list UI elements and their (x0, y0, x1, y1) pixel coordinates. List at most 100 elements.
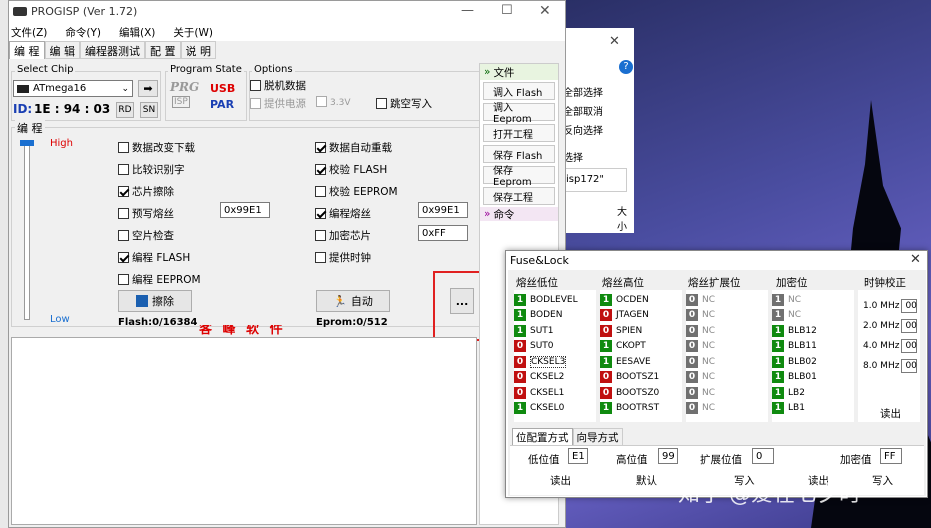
ext-value-input[interactable]: 0 (752, 448, 774, 464)
fuse-close-button[interactable]: ✕ (910, 252, 921, 267)
lock-bit-row[interactable]: 1 LB2 (772, 385, 854, 401)
bit-indicator[interactable]: 1 (772, 386, 784, 399)
lock-value-input[interactable]: FF (880, 448, 902, 464)
bit-indicator[interactable]: 0 (514, 355, 526, 368)
tab-program[interactable]: 编 程 (9, 41, 45, 59)
chip-select[interactable]: ATmega16 ⌄ (13, 80, 133, 97)
fuse-bit-row[interactable]: 0 BOOTSZ1 (600, 370, 682, 386)
bit-indicator[interactable]: 1 (514, 309, 526, 322)
open-project-button[interactable]: 打开工程 (483, 124, 555, 142)
opt-program-flash[interactable]: 编程 FLASH (118, 246, 268, 268)
opt-blank-check[interactable]: 空片检查 (118, 224, 268, 246)
save-flash-button[interactable]: 保存 Flash (483, 145, 555, 163)
opt-verify-eeprom[interactable]: 校验 EEPROM (315, 180, 465, 202)
opt-data-change-download[interactable]: 数据改变下载 (118, 136, 268, 158)
bit-indicator[interactable]: 1 (600, 355, 612, 368)
menu-edit[interactable]: 编辑(X) (119, 25, 155, 40)
fuse-bit-row[interactable]: 0 CKSEL2 (514, 370, 596, 386)
bit-indicator[interactable]: 1 (772, 324, 784, 337)
bit-indicator[interactable]: 1 (600, 402, 612, 415)
opt-auto-reload[interactable]: 数据自动重载 (315, 136, 465, 158)
close-button[interactable]: ✕ (539, 3, 551, 19)
write-lock-button[interactable]: 写入 (872, 473, 893, 488)
low-value-input[interactable]: E1 (568, 448, 588, 464)
bit-indicator[interactable]: 1 (772, 402, 784, 415)
lock-bit-row[interactable]: 1 BLB12 (772, 323, 854, 339)
erase-button[interactable]: 擦除 (118, 290, 192, 312)
default-fuse-button[interactable]: 默认 (636, 473, 657, 488)
opt-chip-erase[interactable]: 芯片擦除 (118, 180, 268, 202)
fuse-bit-row[interactable]: 0 BOOTSZ0 (600, 385, 682, 401)
fuse-bit-row[interactable]: 0 JTAGEN (600, 308, 682, 324)
lock-bit-row[interactable]: 1 LB1 (772, 401, 854, 417)
fuse-bit-row[interactable]: 0 SPIEN (600, 323, 682, 339)
lock-bit-row[interactable]: 1 BLB02 (772, 354, 854, 370)
fuse-bit-row[interactable]: 0 SUT0 (514, 339, 596, 355)
minimize-button[interactable]: — (461, 3, 474, 18)
high-value-input[interactable]: 99 (658, 448, 678, 464)
clock-value-input[interactable]: 00 (901, 319, 918, 333)
bit-indicator[interactable]: 1 (514, 293, 526, 306)
jump-write-checkbox[interactable]: 跳空写入 (376, 96, 432, 111)
voltage-checkbox[interactable]: 3.3V (316, 96, 350, 108)
fuse-bit-row[interactable]: 1 OCDEN (600, 292, 682, 308)
select-none[interactable]: 全部取消 (563, 103, 603, 118)
lock-value[interactable]: 0xFF (418, 225, 468, 241)
log-area[interactable] (11, 337, 477, 525)
opt-supply-clock[interactable]: 提供时钟 (315, 246, 465, 268)
load-flash-button[interactable]: 调入 Flash (483, 82, 555, 100)
select-all[interactable]: 全部选择 (563, 84, 603, 99)
menu-file[interactable]: 文件(Z) (11, 25, 47, 40)
help-icon[interactable]: ? (619, 60, 633, 74)
fuse-bit-row[interactable]: 1 CKSEL0 (514, 401, 596, 417)
bit-indicator[interactable]: 0 (514, 371, 526, 384)
bit-indicator[interactable]: 1 (772, 371, 784, 384)
bit-indicator[interactable]: 0 (600, 371, 612, 384)
save-project-button[interactable]: 保存工程 (483, 187, 555, 205)
offline-data-checkbox[interactable]: 脱机数据 (250, 78, 306, 93)
load-eeprom-button[interactable]: 调入 Eeprom (483, 103, 555, 125)
fuse-bit-row[interactable]: 1 SUT1 (514, 323, 596, 339)
bit-indicator[interactable]: 1 (772, 340, 784, 353)
clock-value-input[interactable]: 00 (901, 339, 918, 353)
command-section-header[interactable]: » 命令 (480, 207, 558, 221)
bit-indicator[interactable]: 0 (600, 324, 612, 337)
opt-compare-signature[interactable]: 比较识别字 (118, 158, 268, 180)
tab-programmer-test[interactable]: 编程器测试 (80, 41, 145, 59)
filename-field[interactable]: isp172" (563, 168, 627, 192)
select-invert[interactable]: 反向选择 (563, 122, 603, 137)
lock-bit-row[interactable]: 1 BLB11 (772, 339, 854, 355)
bit-indicator[interactable]: 0 (600, 386, 612, 399)
fuse-bit-row[interactable]: 0 CKSEL1 (514, 385, 596, 401)
fuse-bit-row[interactable]: 1 BODEN (514, 308, 596, 324)
file-section-header[interactable]: » 文件 (480, 64, 558, 80)
fuse-bit-row[interactable]: 1 BOOTRST (600, 401, 682, 417)
speed-slider-thumb[interactable] (20, 140, 34, 146)
fuse-bit-row[interactable]: 1 EESAVE (600, 354, 682, 370)
bit-indicator[interactable]: 0 (514, 386, 526, 399)
bit-indicator[interactable]: 1 (600, 340, 612, 353)
clock-value-input[interactable]: 00 (901, 299, 918, 313)
prewrite-fuse-value[interactable]: 0x99E1 (220, 202, 270, 218)
read-fuse-button[interactable]: 读出 (550, 473, 571, 488)
opt-program-eeprom[interactable]: 编程 EEPROM (118, 268, 268, 290)
menu-about[interactable]: 关于(W) (173, 25, 213, 40)
close-icon[interactable]: ✕ (609, 34, 620, 49)
sn-button[interactable]: SN (140, 102, 158, 118)
clock-read-button[interactable]: 读出 (880, 406, 901, 421)
chip-arrow-button[interactable]: ➡ (138, 80, 158, 97)
bit-indicator[interactable]: 0 (600, 309, 612, 322)
maximize-button[interactable]: ☐ (501, 3, 513, 18)
fuse-bit-row[interactable]: 1 BODLEVEL (514, 292, 596, 308)
supply-power-checkbox[interactable]: 提供电源 (250, 96, 306, 111)
bit-indicator[interactable]: 1 (514, 324, 526, 337)
auto-button[interactable]: 🏃 自动 (316, 290, 390, 312)
tab-config[interactable]: 配 置 (145, 41, 181, 59)
rd-button[interactable]: RD (116, 102, 134, 118)
speed-slider-track[interactable] (24, 140, 30, 320)
save-eeprom-button[interactable]: 保存 Eeprom (483, 166, 555, 188)
fuse-bit-row[interactable]: 0 CKSEL3 (514, 354, 596, 370)
fuse-bit-row[interactable]: 1 CKOPT (600, 339, 682, 355)
tab-help[interactable]: 说 明 (180, 41, 216, 59)
bit-indicator[interactable]: 0 (514, 340, 526, 353)
